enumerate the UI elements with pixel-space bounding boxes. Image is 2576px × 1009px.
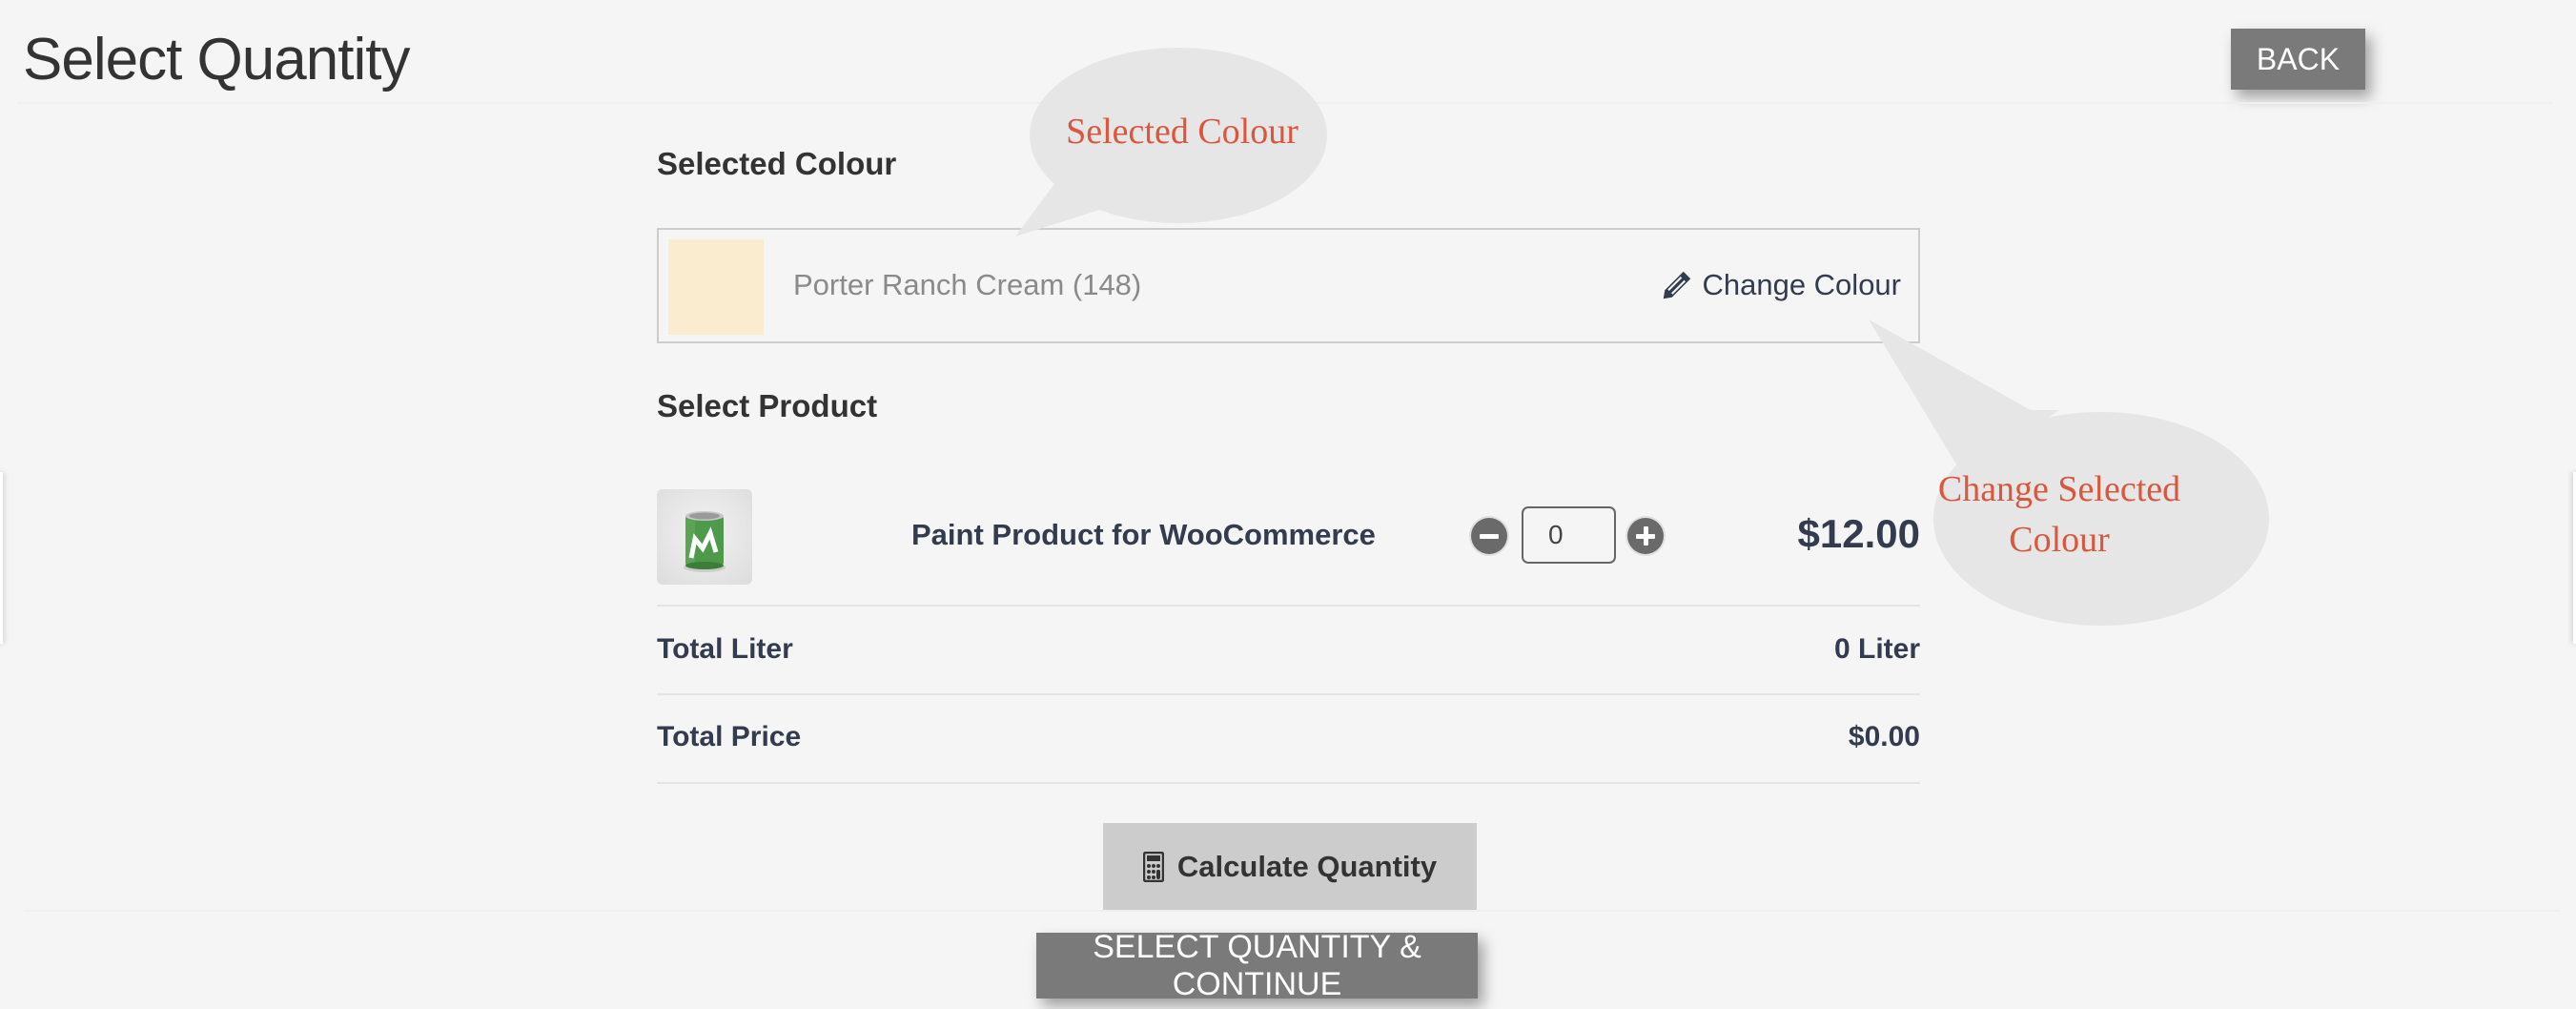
calculate-quantity-button[interactable]: Calculate Quantity xyxy=(1103,823,1477,910)
row-divider xyxy=(657,782,1920,784)
calculate-quantity-label: Calculate Quantity xyxy=(1176,849,1438,883)
colour-swatch xyxy=(668,239,764,335)
selected-colour-heading: Selected Colour xyxy=(657,146,897,181)
callout-text: Selected Colour xyxy=(1066,112,1298,152)
select-product-heading: Select Product xyxy=(657,388,878,423)
product-name: Paint Product for WooCommerce xyxy=(911,518,1376,551)
total-liter-value: 0 Liter xyxy=(1833,633,1920,665)
paint-can-icon xyxy=(684,511,726,572)
callout-text-line: Change Selected xyxy=(1937,469,2181,509)
quantity-increment-button[interactable] xyxy=(1627,518,1664,554)
page-title: Select Quantity xyxy=(23,27,410,93)
footer-divider xyxy=(24,910,2560,912)
total-price-value: $0.00 xyxy=(1848,721,1920,752)
left-edge-panel xyxy=(0,472,3,644)
quantity-decrement-button[interactable] xyxy=(1471,518,1507,554)
change-colour-callout: Change Selected Colour xyxy=(1850,315,2269,629)
quantity-input[interactable] xyxy=(1522,506,1616,564)
select-quantity-continue-button[interactable]: SELECT QUANTITY & CONTINUE xyxy=(1036,929,1478,1002)
row-divider xyxy=(657,605,1920,607)
callout-text-line: Colour xyxy=(2009,520,2110,561)
select-quantity-page: Select Quantity BACK Selected Colour Por… xyxy=(0,0,2576,1009)
calculator-icon xyxy=(1142,851,1164,882)
pencil-icon xyxy=(1664,271,1691,299)
selected-colour-callout: Selected Colour xyxy=(1011,48,1354,248)
total-price-label: Total Price xyxy=(657,721,802,752)
colour-name: Porter Ranch Cream (148) xyxy=(793,268,1142,301)
callout-text: Change Selected Colour xyxy=(1926,464,2193,566)
change-colour-link[interactable]: Change Colour xyxy=(1660,268,1901,302)
change-colour-label: Change Colour xyxy=(1702,268,1901,301)
row-divider xyxy=(657,693,1920,695)
total-liter-label: Total Liter xyxy=(657,633,793,665)
product-image xyxy=(657,489,752,585)
back-button[interactable]: BACK xyxy=(2231,29,2365,90)
